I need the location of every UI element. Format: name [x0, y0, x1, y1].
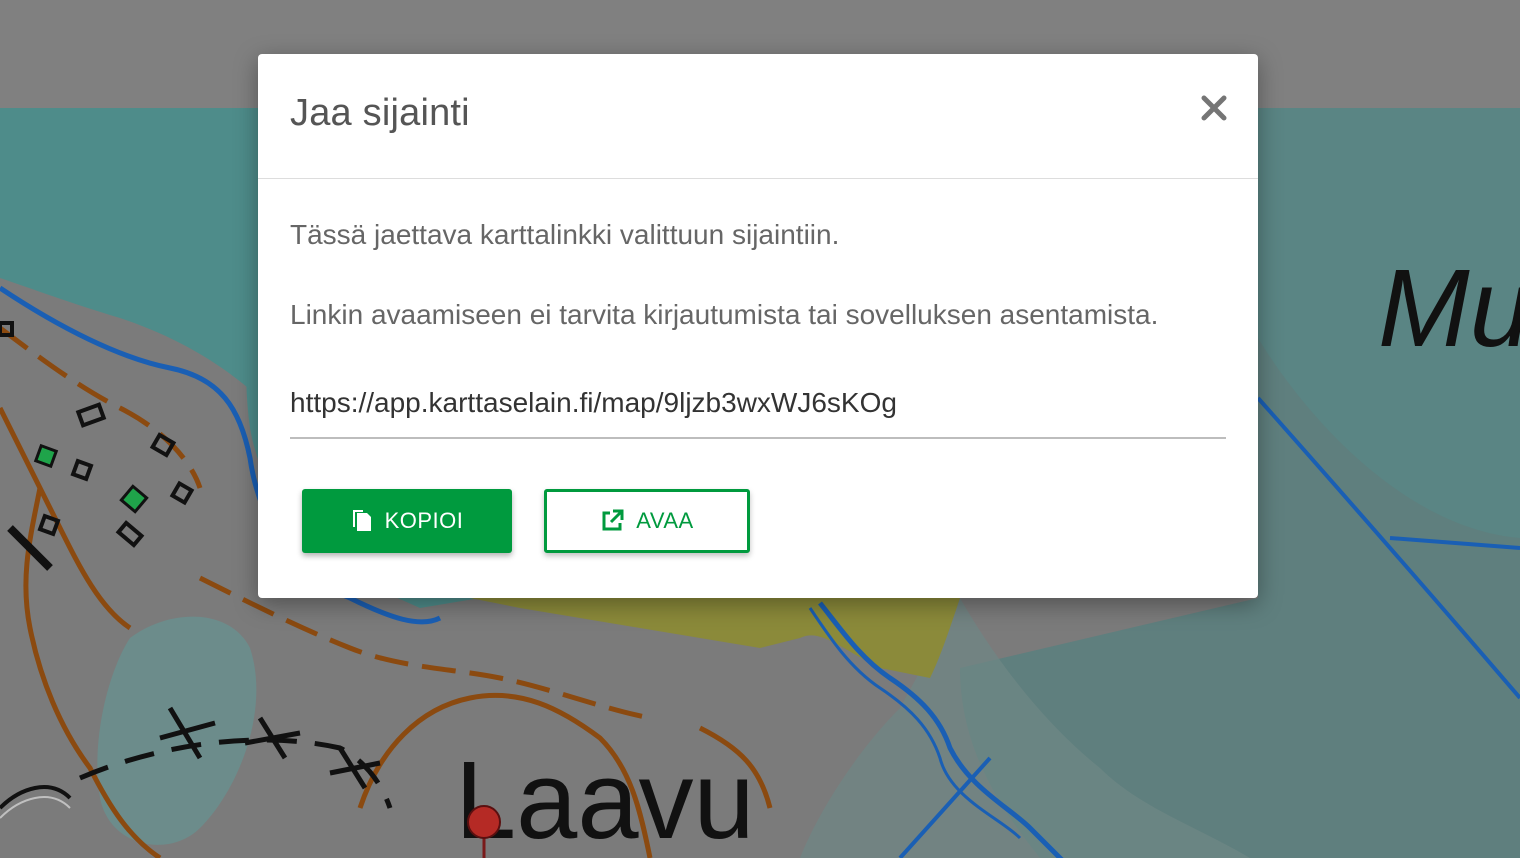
dialog-title: Jaa sijainti	[290, 92, 470, 134]
open-button[interactable]: AVAA	[544, 489, 750, 553]
dialog-header: Jaa sijainti	[258, 54, 1258, 179]
copy-button[interactable]: KOPIOI	[302, 489, 512, 553]
open-button-label: AVAA	[636, 508, 694, 533]
share-link-field[interactable]	[290, 369, 1226, 439]
external-link-icon	[602, 509, 624, 531]
share-location-dialog: Jaa sijainti Tässä jaettava karttalinkki…	[258, 54, 1258, 598]
copy-button-label: KOPIOI	[384, 508, 464, 533]
dialog-description: Tässä jaettava karttalinkki valittuun si…	[290, 219, 840, 250]
dialog-note: Linkin avaamiseen ei tarvita kirjautumis…	[290, 299, 1159, 330]
copy-icon	[352, 510, 371, 531]
close-icon	[1201, 95, 1227, 121]
close-button[interactable]	[1198, 92, 1230, 124]
app-stage: Laavu Mu Jaa sijainti Tässä jaettava kar…	[0, 0, 1520, 858]
